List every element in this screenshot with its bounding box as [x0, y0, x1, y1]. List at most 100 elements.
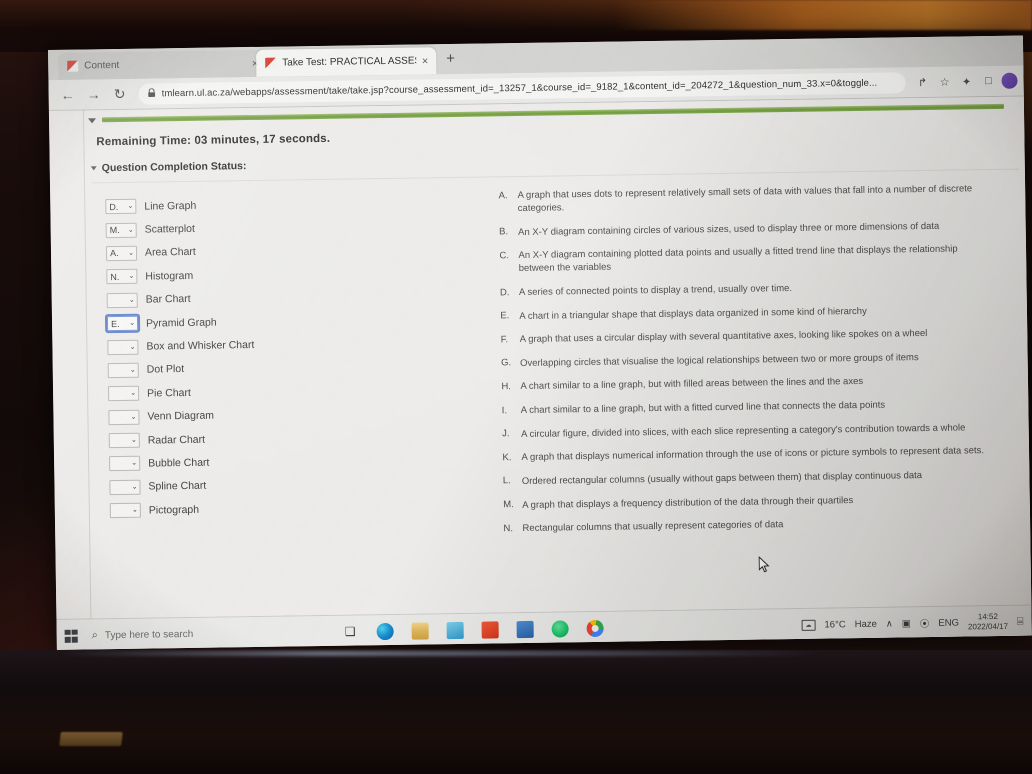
weather-temperature[interactable]: 16°C — [824, 619, 845, 630]
answer-select-area-chart[interactable]: A. ⌄ — [105, 245, 138, 262]
definition-text: A graph that displays numerical informat… — [521, 445, 985, 464]
new-tab-button[interactable]: + — [446, 50, 455, 67]
definition-key: I. — [501, 404, 508, 416]
search-icon: ⌕ — [91, 628, 98, 641]
clock-date: 2022/04/17 — [967, 621, 1009, 632]
answer-select-pie-chart[interactable]: ⌄ — [107, 385, 140, 402]
definition-key: D. — [499, 286, 510, 298]
network-icon[interactable]: ▣ — [902, 618, 911, 629]
search-placeholder: Type here to search — [104, 628, 194, 641]
answer-select-histogram[interactable]: N. ⌄ — [106, 269, 138, 285]
answer-select-pictograph[interactable]: ⌄ — [109, 502, 141, 519]
definition-row: L. Ordered rectangular columns (usually w… — [503, 468, 998, 488]
definition-row: M. A graph that displays a frequency dist… — [503, 491, 998, 511]
answer-select-line-graph[interactable]: D. ⌄ — [105, 198, 137, 215]
collapse-triangle-icon[interactable] — [88, 117, 97, 123]
chevron-down-icon — [90, 166, 97, 171]
answer-select-radar-chart[interactable]: ⌄ — [108, 432, 140, 449]
definition-text: A chart in a triangular shape that displ… — [519, 305, 867, 322]
matching-term-label: Spline Chart — [148, 480, 207, 493]
weather-condition[interactable]: Haze — [855, 618, 877, 629]
answer-select-value: D. — [109, 201, 119, 212]
chevron-down-icon: ⌄ — [129, 366, 136, 374]
search-input[interactable]: ⌕ Type here to search — [92, 621, 302, 646]
matching-term-label: Dot Plot — [146, 363, 185, 376]
page-content: Remaining Time: 03 minutes, 17 seconds. … — [48, 96, 1032, 619]
taskbar-app-spotify[interactable] — [551, 619, 569, 638]
bookmark-star-icon[interactable]: ☆ — [933, 71, 955, 93]
extensions-icon[interactable]: ✦ — [955, 70, 977, 92]
definition-key: N. — [503, 522, 514, 534]
taskbar-apps: ❑ — [342, 619, 604, 640]
start-button-icon[interactable] — [64, 629, 78, 643]
sidebar-icon[interactable]: □ — [977, 70, 999, 92]
definition-text: A graph that displays a frequency distri… — [522, 494, 854, 511]
notifications-icon[interactable]: ⌸ — [1017, 615, 1024, 628]
tray-expand-chevron-icon[interactable]: ∧ — [886, 618, 893, 629]
volume-icon[interactable]: ⦿ — [920, 616, 930, 630]
definition-key: J. — [502, 428, 510, 440]
taskbar-app-chrome[interactable] — [586, 619, 604, 637]
definition-row: H. A chart similar to a line graph, but w… — [501, 373, 996, 393]
clock[interactable]: 14:52 2022/04/17 — [968, 612, 1008, 633]
definition-key: M. — [503, 499, 514, 511]
taskbar-app-office[interactable] — [481, 620, 499, 639]
answer-select-value: A. — [109, 248, 119, 259]
matching-term-label: Pie Chart — [147, 386, 191, 400]
definition-row: C. An X-Y diagram containing plotted data… — [499, 242, 994, 276]
chevron-down-icon: ⌄ — [131, 506, 138, 515]
answer-select-venn-diagram[interactable]: ⌄ — [108, 409, 140, 425]
taskbar-app-store[interactable] — [516, 620, 534, 638]
taskbar-app-mail[interactable] — [446, 621, 464, 639]
definition-key: B. — [499, 226, 509, 238]
laptop-screen: Content × Take Test: PRACTICAL ASSESSME … — [48, 35, 1032, 650]
definition-text: A graph that uses dots to represent rela… — [517, 183, 973, 215]
tab-favicon-icon — [67, 60, 79, 72]
chevron-down-icon: ⌄ — [130, 436, 137, 444]
definition-key: G. — [500, 357, 512, 369]
laptop-keyboard — [0, 650, 1032, 774]
forward-icon[interactable]: → — [80, 81, 106, 107]
lock-icon — [148, 87, 156, 99]
reload-icon[interactable]: ↻ — [106, 81, 132, 107]
chevron-down-icon: ⌄ — [129, 343, 136, 351]
definition-row: B. An X-Y diagram containing circles of v… — [499, 219, 994, 239]
taskbar-app-file-explorer[interactable] — [411, 621, 429, 640]
taskbar-app-edge[interactable] — [376, 622, 394, 640]
answer-select-pyramid-graph[interactable]: E. ⌄ — [104, 313, 141, 334]
chevron-down-icon: ⌄ — [130, 390, 137, 398]
avatar[interactable] — [1001, 72, 1018, 89]
matching-term-label: Venn Diagram — [147, 409, 215, 423]
answer-select-spline-chart[interactable]: ⌄ — [109, 479, 141, 496]
definition-key: C. — [499, 250, 510, 262]
close-icon[interactable]: × — [422, 55, 429, 67]
matching-term-label: Bubble Chart — [148, 456, 210, 470]
definition-row: E. A chart in a triangular shape that dis… — [500, 303, 995, 323]
definition-key: L. — [502, 475, 511, 487]
definition-key: F. — [500, 333, 509, 346]
browser-tab-content[interactable]: Content × — [58, 49, 267, 80]
back-icon[interactable]: ← — [54, 82, 80, 108]
matching-term-label: Histogram — [145, 269, 194, 283]
answer-select-box-and-whisker-chart[interactable]: ⌄ — [107, 339, 139, 355]
matching-term-row: ⌄ Pictograph — [109, 493, 504, 522]
definition-text: Rectangular columns that usually represe… — [522, 519, 784, 535]
browser-tab-take-test[interactable]: Take Test: PRACTICAL ASSESSME × — [256, 47, 437, 77]
language-indicator[interactable]: ENG — [938, 617, 959, 628]
clock-time: 14:52 — [977, 611, 998, 622]
matching-term-label: Area Chart — [144, 246, 196, 260]
keyboard-key-reflection — [59, 732, 123, 746]
task-view-icon[interactable]: ❑ — [342, 623, 359, 640]
question-completion-status-label: Question Completion Status: — [101, 160, 247, 175]
chevron-down-icon: ⌄ — [128, 273, 135, 281]
definition-row: N. Rectangular columns that usually repre… — [503, 515, 998, 535]
answer-select-bubble-chart[interactable]: ⌄ — [109, 456, 141, 472]
definition-key: A. — [498, 189, 508, 201]
answer-select-bar-chart[interactable]: ⌄ — [106, 292, 138, 308]
definition-key: E. — [500, 310, 510, 322]
matching-term-label: Box and Whisker Chart — [146, 339, 255, 353]
answer-select-dot-plot[interactable]: ⌄ — [107, 362, 139, 379]
share-icon[interactable]: ↱ — [911, 71, 933, 93]
answer-select-scatterplot[interactable]: M. ⌄ — [105, 222, 137, 238]
answer-select-value: N. — [110, 271, 120, 282]
